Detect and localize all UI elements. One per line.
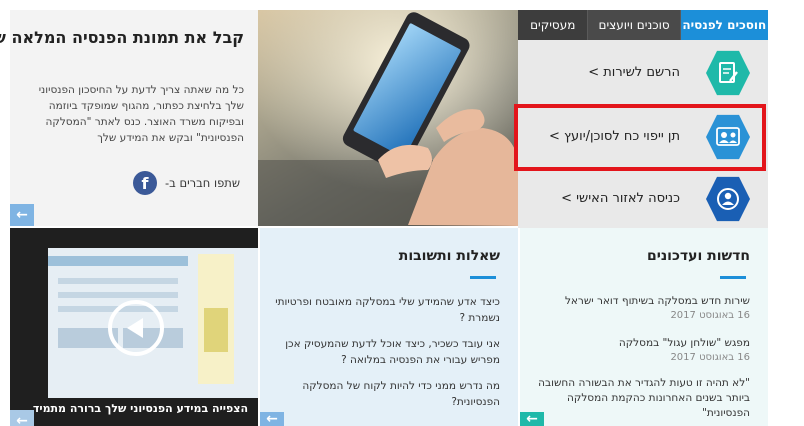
action-personal-area[interactable]: כניסה לאזור האישי >: [518, 168, 768, 230]
arrow-left-icon[interactable]: ←: [260, 411, 284, 426]
page: קבל את תמונת הפנסיה המלאה שלך כל מה שאתה…: [0, 0, 804, 426]
share-label: שתפו חברים ב-: [165, 176, 240, 190]
video-tile[interactable]: הצפייה במידע הפנסיוני שלך ברורה מתמיד ←: [10, 228, 258, 426]
article-body: כל מה שאתה צריך לדעת על החיסכון הפנסיוני…: [38, 84, 244, 144]
faq-item[interactable]: אני עובד כשכיר, כיצד אוכל לדעת שהמעסיק א…: [274, 336, 500, 368]
news-item[interactable]: שירות חדש במסלקה בשיתוף דואר ישראל 16 בא…: [530, 294, 750, 323]
facebook-icon[interactable]: f: [133, 171, 157, 195]
faq-item[interactable]: מה נדרש ממני כדי להיות לקוח של המסלקה הפ…: [274, 378, 500, 410]
play-icon: [127, 318, 143, 338]
action-register[interactable]: הרשם לשירות >: [518, 42, 768, 104]
audience-tabs: חוסכים לפנסיה סוכנים ויועצים מעסיקים: [518, 10, 768, 40]
video-caption: הצפייה במידע הפנסיוני שלך ברורה מתמיד: [32, 402, 248, 415]
tab-agents[interactable]: סוכנים ויועצים: [588, 10, 681, 40]
highlight-box: [514, 104, 766, 171]
news-section: חדשות ועדכונים שירות חדש במסלקה בשיתוף ד…: [520, 228, 768, 426]
arrow-left-icon[interactable]: ←: [10, 410, 34, 426]
play-button[interactable]: [108, 300, 164, 356]
news-item[interactable]: "לא תהיה זו טעות להגדיר את הבשורה החשובה…: [530, 376, 750, 421]
tab-savers[interactable]: חוסכים לפנסיה: [680, 10, 768, 40]
arrow-left-icon[interactable]: ←: [520, 411, 544, 426]
news-item-date: 16 באוגוסט 2017: [670, 352, 750, 363]
document-edit-icon: [706, 50, 750, 96]
article-title: קבל את תמונת הפנסיה המלאה שלך: [0, 28, 244, 47]
faq-title: שאלות ותשובות: [398, 248, 500, 264]
arrow-left-icon[interactable]: ←: [10, 204, 34, 226]
faq-title-underline: [470, 276, 496, 279]
share-row: שתפו חברים ב- f: [133, 170, 240, 196]
hero-photo-phone: [258, 10, 518, 226]
faq-item[interactable]: כיצד אדע שהמידע שלי במסלקה מאובטח ופרטיו…: [274, 294, 500, 326]
tab-employers[interactable]: מעסיקים: [518, 10, 589, 40]
user-circle-icon: [706, 176, 750, 222]
news-item[interactable]: מפגש "שולחן עגול" במסלקה 16 באוגוסט 2017: [530, 336, 750, 365]
pension-promo-article: קבל את תמונת הפנסיה המלאה שלך כל מה שאתה…: [0, 10, 258, 226]
news-item-title[interactable]: "לא תהיה זו טעות להגדיר את הבשורה החשובה…: [530, 376, 750, 421]
faq-section: שאלות ותשובות כיצד אדע שהמידע שלי במסלקה…: [260, 228, 518, 426]
action-register-label: הרשם לשירות >: [588, 65, 680, 80]
news-title: חדשות ועדכונים: [646, 248, 750, 264]
news-item-date: 16 באוגוסט 2017: [670, 310, 750, 321]
phone-in-hand-image: [258, 10, 518, 226]
news-item-title[interactable]: שירות חדש במסלקה בשיתוף דואר ישראל: [530, 294, 750, 309]
news-title-underline: [720, 276, 746, 279]
action-personal-area-label: כניסה לאזור האישי >: [561, 191, 680, 206]
news-item-title[interactable]: מפגש "שולחן עגול" במסלקה: [530, 336, 750, 351]
